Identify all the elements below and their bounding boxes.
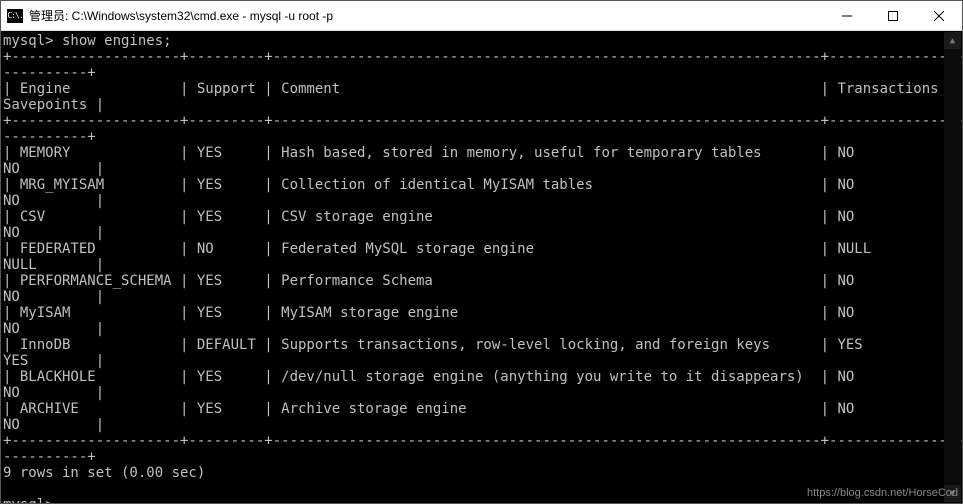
window-title: 管理员: C:\Windows\system32\cmd.exe - mysql… <box>29 7 333 24</box>
minimize-button[interactable] <box>824 1 870 30</box>
scroll-up-button[interactable]: ▲ <box>944 32 961 49</box>
titlebar[interactable]: C:\. 管理员: C:\Windows\system32\cmd.exe - … <box>1 1 962 31</box>
maximize-button[interactable] <box>870 1 916 30</box>
scrollbar[interactable] <box>944 49 961 485</box>
watermark: https://blog.csdn.net/HorseCod <box>807 485 958 501</box>
close-button[interactable] <box>916 1 962 30</box>
window-buttons <box>824 1 962 30</box>
console-output: mysql> show engines; +------------------… <box>3 33 962 503</box>
cmd-icon: C:\. <box>7 9 23 23</box>
terminal-window: C:\. 管理员: C:\Windows\system32\cmd.exe - … <box>0 0 963 504</box>
console-area[interactable]: mysql> show engines; +------------------… <box>1 31 962 503</box>
